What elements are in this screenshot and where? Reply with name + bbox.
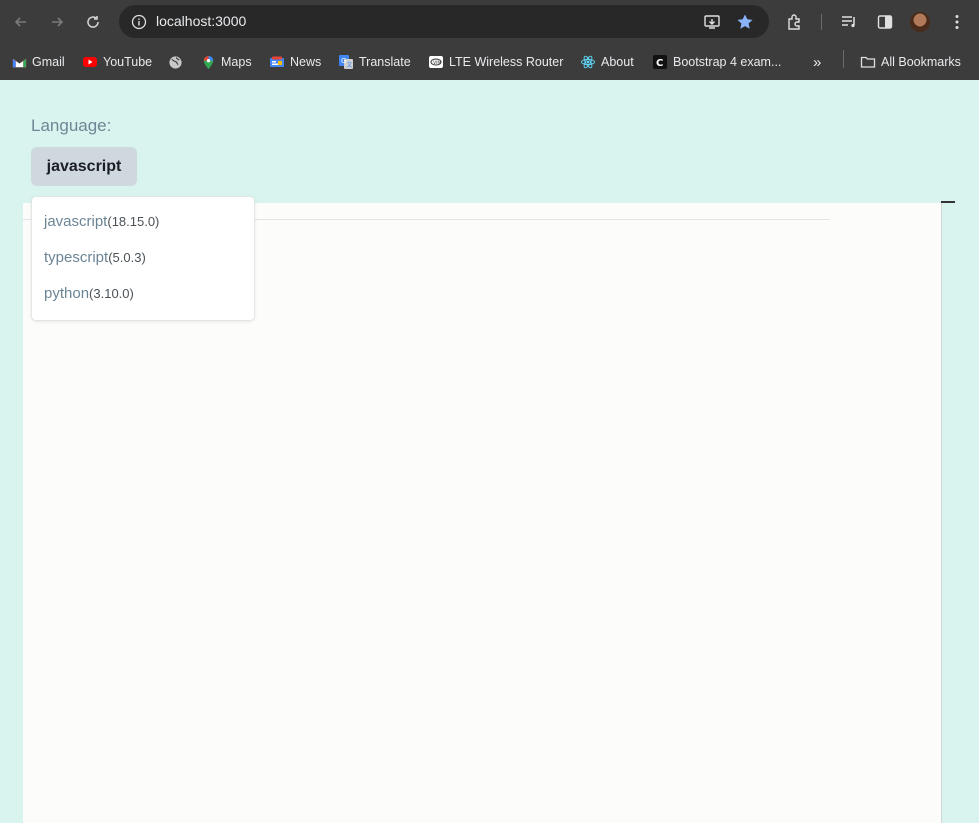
reload-icon: [87, 16, 99, 28]
back-arrow-icon: [14, 17, 26, 27]
bookmark-label: About: [601, 55, 634, 69]
forward-arrow-icon: [52, 17, 64, 27]
option-name: python: [44, 285, 90, 302]
all-bookmarks-button[interactable]: All Bookmarks: [860, 52, 961, 72]
bookmark-about[interactable]: About: [580, 52, 634, 72]
bookmark-star-icon[interactable]: [735, 12, 755, 32]
bookmark-translate[interactable]: G文 Translate: [338, 52, 411, 72]
language-option-typescript[interactable]: typescript (5.0.3): [44, 249, 146, 271]
all-bookmarks-label: All Bookmarks: [881, 55, 961, 69]
bookmark-label: News: [290, 55, 322, 69]
option-version: (5.0.3): [108, 250, 146, 265]
editor-corner-mark: [941, 201, 955, 203]
option-name: javascript: [44, 213, 108, 230]
bookmark-label: Maps: [221, 55, 252, 69]
forward-button[interactable]: [45, 10, 69, 34]
reload-button[interactable]: [81, 10, 105, 34]
bookmark-youtube[interactable]: YouTube: [82, 52, 152, 72]
translate-icon: G文: [338, 54, 354, 70]
browser-toolbar: localhost:3000: [0, 0, 979, 44]
bookmarks-bar: Gmail YouTube Maps News G 文 Translate VI…: [0, 44, 979, 80]
toolbar-separator: [821, 14, 822, 30]
language-option-javascript[interactable]: javascript (18.15.0): [44, 213, 159, 235]
bookmark-news[interactable]: News: [269, 52, 321, 72]
maps-icon: [200, 54, 216, 70]
install-app-icon[interactable]: [702, 12, 722, 32]
option-version: (3.10.0): [89, 286, 134, 301]
bookmark-label: YouTube: [103, 55, 153, 69]
news-icon: [269, 54, 285, 70]
bookmark-label: Translate: [359, 55, 411, 69]
site-info-icon[interactable]: [129, 12, 149, 32]
side-panel-icon[interactable]: [874, 11, 896, 33]
youtube-icon: [82, 54, 98, 70]
bookmark-maps[interactable]: Maps: [200, 52, 252, 72]
language-select-button[interactable]: javascript: [31, 147, 137, 186]
language-dropdown-menu: javascript (18.15.0) typescript (5.0.3) …: [31, 196, 255, 321]
bookmark-bootstrap[interactable]: C Bootstrap 4 exam...: [652, 52, 781, 72]
bookmarks-separator: [843, 50, 844, 68]
bookmarks-overflow-button[interactable]: »: [813, 52, 821, 72]
option-name: typescript: [44, 249, 109, 266]
media-control-icon[interactable]: [838, 11, 860, 33]
globe-icon: [167, 54, 183, 70]
profile-avatar[interactable]: [910, 12, 930, 32]
url-text[interactable]: localhost:3000: [156, 13, 246, 29]
page-content: Language: javascript javascript (18.15.0…: [0, 80, 979, 823]
router-icon: VIN: [428, 54, 444, 70]
option-version: (18.15.0): [107, 214, 160, 229]
browser-chrome: localhost:3000 Gmail YouTube Maps News G…: [0, 0, 979, 80]
folder-icon: [860, 54, 876, 70]
extensions-icon[interactable]: [784, 11, 806, 33]
react-icon: [580, 54, 596, 70]
bookmark-label: Bootstrap 4 exam...: [673, 55, 782, 69]
menu-kebab-icon[interactable]: [946, 11, 968, 33]
svg-text:文: 文: [347, 61, 353, 69]
back-button[interactable]: [9, 10, 33, 34]
bookmark-gmail[interactable]: Gmail: [11, 52, 65, 72]
language-option-python[interactable]: python (3.10.0): [44, 285, 134, 307]
gmail-icon: [11, 54, 27, 70]
language-label: Language:: [31, 116, 112, 135]
overflow-chevron-icon: »: [813, 53, 822, 71]
codepen-icon: C: [652, 54, 668, 70]
address-bar[interactable]: localhost:3000: [119, 5, 769, 38]
bookmark-lte-router[interactable]: VIN LTE Wireless Router: [428, 52, 563, 72]
bookmark-label: Gmail: [32, 55, 65, 69]
bookmark-label: LTE Wireless Router: [449, 55, 564, 69]
svg-text:C: C: [656, 58, 663, 69]
svg-text:VIN: VIN: [433, 60, 441, 66]
bookmark-globe[interactable]: [167, 52, 188, 72]
